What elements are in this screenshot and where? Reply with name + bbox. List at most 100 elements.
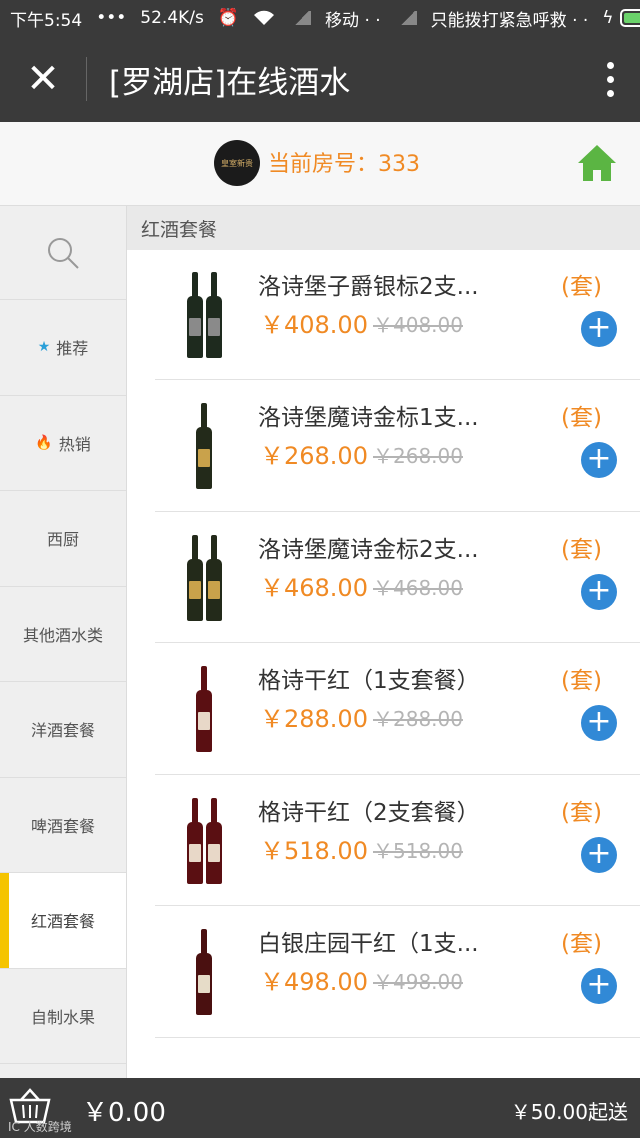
package-tag: (套): [561, 668, 602, 694]
status-bar: 下午5:54 ••• 52.4K/s ⏰ 移动 · · 只能拨打紧急呼救 · ·…: [0, 0, 640, 36]
wine-bottle-icon: [205, 534, 222, 621]
wine-bottle-icon: [196, 929, 212, 1015]
title-bar: ✕ [罗湖店]在线酒水: [0, 36, 640, 122]
sidebar-item-label: 热销: [58, 434, 91, 454]
flame-icon: 🔥: [35, 434, 53, 451]
more-dot-icon: [606, 89, 614, 97]
add-to-cart-button[interactable]: +: [581, 310, 617, 347]
package-tag: (套): [561, 931, 602, 957]
close-icon: ✕: [26, 56, 60, 102]
product-item[interactable]: 格诗干红（1支套餐） (套) ￥288.00 ￥288.00 +: [155, 643, 640, 775]
product-panel: 红酒套餐 ￥248.00￥248.00+洛诗堡子爵银标2支...(套)￥408.…: [127, 206, 640, 1078]
product-name: 洛诗堡魔诗金标2支...: [258, 536, 479, 563]
sidebar-item[interactable]: 红酒套餐: [0, 873, 126, 969]
product-price: ￥288.00: [260, 705, 368, 733]
sidebar-item[interactable]: 🔥 热销: [0, 396, 126, 491]
add-to-cart-button[interactable]: +: [581, 968, 617, 1004]
product-name: 格诗干红（1支套餐）: [258, 668, 480, 694]
product-price: ￥408.00: [260, 310, 368, 339]
wifi-icon: [253, 10, 275, 26]
section-title: 红酒套餐: [127, 206, 640, 250]
wine-bottle-icon: [196, 403, 212, 489]
category-sidebar: ★ 推荐 🔥 热销西厨其他酒水类洋酒套餐啤酒套餐红酒套餐 自制水果: [0, 206, 127, 1078]
more-dot-icon: [606, 75, 614, 83]
status-more-dots: •••: [96, 8, 127, 28]
sidebar-item-label: 西厨: [46, 530, 79, 550]
original-price: ￥268.00: [373, 444, 463, 468]
product-price: ￥498.00: [260, 968, 368, 996]
battery-icon: [619, 9, 640, 27]
sidebar-item-label: 啤酒套餐: [30, 816, 95, 836]
more-menu-button[interactable]: [580, 61, 640, 97]
product-price: ￥518.00: [260, 836, 368, 865]
original-price: ￥468.00: [373, 575, 463, 600]
cart-total: ￥0.00: [82, 1098, 166, 1128]
original-price: ￥498.00: [373, 970, 463, 994]
sidebar-item[interactable]: 洋酒套餐: [0, 682, 126, 778]
title-divider: [86, 57, 87, 101]
more-dot-icon: [606, 61, 614, 69]
status-network-speed: 52.4K/s: [140, 8, 204, 28]
status-time: 下午5:54: [10, 10, 83, 31]
add-to-cart-button[interactable]: +: [581, 442, 617, 478]
product-price: ￥468.00: [260, 573, 368, 602]
status-carrier-1: 移动 · ·: [325, 10, 381, 31]
product-item[interactable]: 格诗干红（2支套餐） (套) ￥518.00 ￥518.00 +: [155, 775, 640, 906]
product-name: 格诗干红（2支套餐）: [258, 799, 480, 826]
battery-group: ϟ: [602, 8, 640, 28]
sidebar-item[interactable]: 其他酒水类: [0, 587, 126, 682]
star-icon: ★: [37, 339, 51, 356]
room-label: 当前房号：: [268, 152, 379, 177]
sidebar-item[interactable]: 自制水果: [0, 969, 126, 1064]
room-info: 当前房号：333: [268, 146, 420, 178]
search-button[interactable]: [0, 206, 126, 300]
product-name: 洛诗堡魔诗金标1支...: [258, 405, 479, 431]
charging-icon: ϟ: [602, 8, 614, 28]
room-number: 333: [378, 152, 421, 177]
alarm-icon: ⏰: [217, 8, 240, 28]
bottom-bar: ￥0.00 ￥50.00起送 IC 人数跨境: [0, 1078, 640, 1138]
wine-bottle-icon: [205, 797, 222, 884]
sidebar-item[interactable]: 啤酒套餐: [0, 778, 126, 873]
wine-bottle-icon: [186, 534, 203, 621]
product-item[interactable]: 洛诗堡魔诗金标1支... (套) ￥268.00 ￥268.00 +: [155, 380, 640, 512]
product-name: 白银庄园干红（1支...: [258, 931, 479, 957]
room-header: 皇室新贵 当前房号：333: [0, 122, 640, 206]
wine-bottle-icon: [186, 271, 203, 358]
product-image: [165, 920, 243, 1024]
page-title: [罗湖店]在线酒水: [109, 64, 351, 101]
package-tag: (套): [561, 799, 602, 826]
original-price: ￥288.00: [373, 707, 463, 731]
sidebar-item-label: 推荐: [56, 339, 89, 359]
store-logo: 皇室新贵: [214, 140, 260, 186]
wine-bottle-icon: [196, 666, 212, 752]
app-root: 下午5:54 ••• 52.4K/s ⏰ 移动 · · 只能拨打紧急呼救 · ·…: [0, 0, 640, 1138]
product-image: [165, 657, 243, 761]
product-image: [165, 263, 243, 367]
product-price: ￥268.00: [260, 442, 368, 470]
product-item[interactable]: 洛诗堡魔诗金标2支... (套) ￥468.00 ￥468.00 +: [155, 512, 640, 643]
sidebar-item[interactable]: 西厨: [0, 491, 126, 587]
original-price: ￥518.00: [373, 838, 463, 863]
sidebar-item[interactable]: ★ 推荐: [0, 300, 126, 396]
add-to-cart-button[interactable]: +: [581, 573, 617, 610]
product-image: [165, 394, 243, 498]
minimum-order: ￥50.00起送: [510, 1100, 628, 1124]
sidebar-item-label: 其他酒水类: [22, 625, 103, 645]
signal-icon-2: [395, 11, 417, 25]
package-tag: (套): [561, 273, 602, 300]
add-to-cart-button[interactable]: +: [581, 836, 617, 873]
product-image: [165, 789, 243, 893]
watermark: IC 人数跨境: [8, 1120, 72, 1134]
close-button[interactable]: ✕: [0, 36, 86, 122]
product-item[interactable]: 洛诗堡子爵银标2支... (套) ￥408.00 ￥408.00 +: [155, 249, 640, 380]
wine-bottle-icon: [186, 797, 203, 884]
original-price: ￥408.00: [373, 312, 463, 337]
product-list: ￥248.00￥248.00+洛诗堡子爵银标2支...(套)￥408.00￥40…: [127, 206, 640, 1038]
package-tag: (套): [561, 536, 602, 563]
product-image: [165, 526, 243, 630]
sidebar-item-label: 洋酒套餐: [30, 721, 95, 741]
home-icon[interactable]: [576, 142, 618, 184]
add-to-cart-button[interactable]: +: [581, 705, 617, 741]
product-item[interactable]: 白银庄园干红（1支... (套) ￥498.00 ￥498.00 +: [155, 906, 640, 1038]
